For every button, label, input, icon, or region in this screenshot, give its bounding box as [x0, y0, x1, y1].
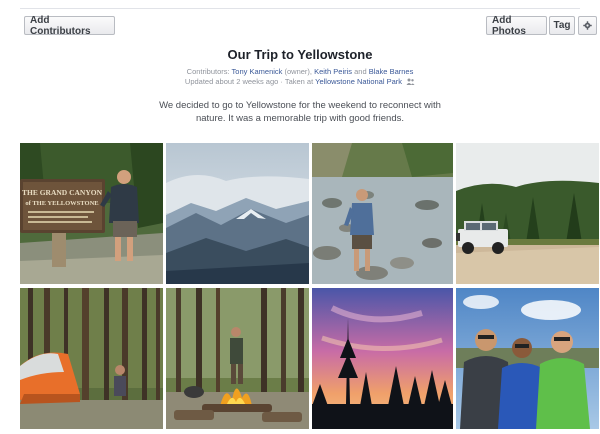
gear-icon: [583, 21, 592, 30]
updated-line: Updated about 2 weeks ago · Taken at Yel…: [0, 77, 600, 87]
add-photos-button[interactable]: Add Photos: [486, 15, 547, 37]
contributor-link-1[interactable]: Tony Kamenick: [232, 67, 283, 76]
contributor-link-2[interactable]: Keith Peiris: [314, 67, 352, 76]
sign-line-1: THE GRAND CANYON: [22, 188, 103, 197]
tag-button[interactable]: Tag: [549, 16, 575, 35]
and-text: and: [352, 67, 369, 76]
header-divider: [20, 8, 580, 9]
sign-line-2: of THE YELLOWSTONE: [25, 200, 98, 207]
add-contributors-button[interactable]: Add Contributors: [24, 15, 115, 37]
photo-campfire[interactable]: [166, 288, 309, 429]
photo-mountain-vista[interactable]: [166, 143, 309, 284]
contributor-link-3[interactable]: Blake Barnes: [369, 67, 414, 76]
photo-tent-forest[interactable]: [20, 288, 163, 429]
owner-note: (owner),: [282, 67, 315, 76]
photo-river-rocks[interactable]: [312, 143, 453, 284]
photo-friends-selfie[interactable]: [456, 288, 599, 429]
album-description: We decided to go to Yellowstone for the …: [159, 100, 441, 124]
contributors-prefix: Contributors:: [186, 67, 232, 76]
updated-text: Updated about 2 weeks ago · Taken at: [184, 77, 316, 86]
photo-sunset-pines[interactable]: [312, 288, 453, 429]
contributors-line: Contributors: Tony Kamenick (owner), Kei…: [0, 67, 600, 77]
photo-grand-canyon-sign[interactable]: THE GRAND CANYON of THE YELLOWSTONE: [20, 143, 163, 284]
friends-icon[interactable]: [406, 78, 415, 85]
photo-jeep-road[interactable]: [456, 143, 599, 284]
location-link[interactable]: Yellowstone National Park: [315, 77, 402, 86]
settings-button[interactable]: [578, 16, 597, 35]
album-title: Our Trip to Yellowstone: [227, 47, 373, 62]
